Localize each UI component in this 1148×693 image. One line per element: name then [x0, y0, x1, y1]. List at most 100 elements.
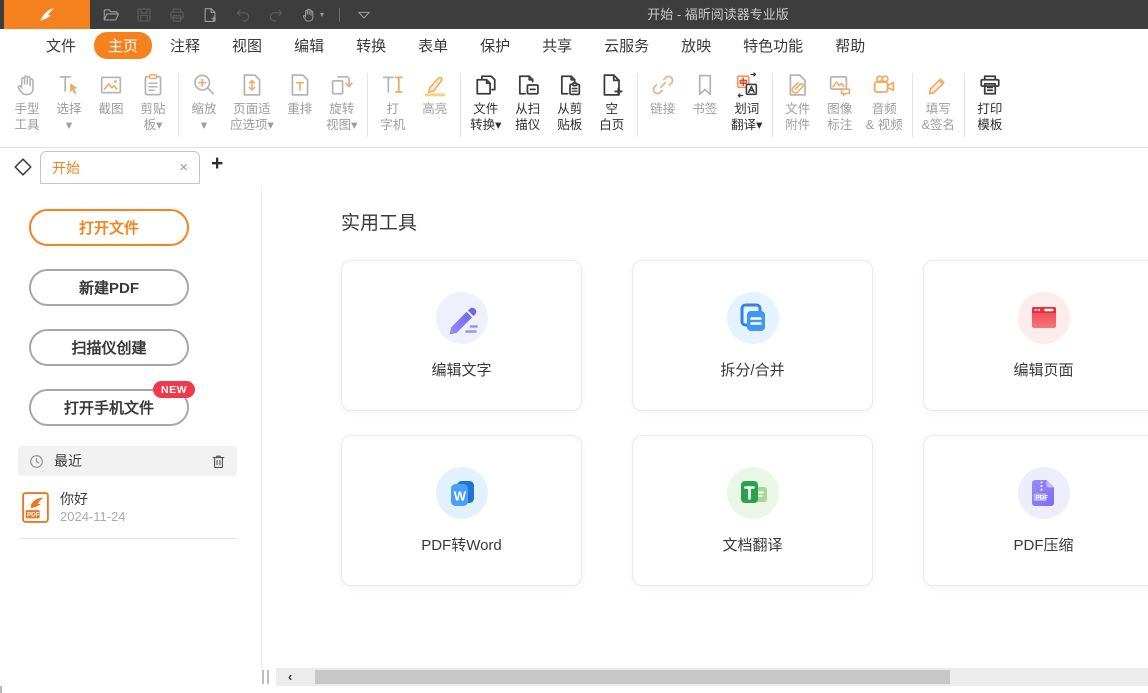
sidebar-splitter-handle[interactable]: [262, 670, 269, 684]
ribbon-snapshot-button[interactable]: 截图: [90, 71, 132, 117]
tab-close-icon[interactable]: ×: [179, 159, 188, 176]
ribbon-item-label: 重排: [287, 101, 312, 117]
menu-item-3[interactable]: 视图: [218, 32, 276, 59]
group-divider: [178, 73, 179, 137]
ribbon-item-label: 打 字机: [380, 101, 405, 133]
ribbon-image-annotation-button[interactable]: 图像 标注: [819, 71, 861, 133]
tool-card-pdf-to-word[interactable]: WPDF转Word: [341, 435, 582, 586]
horizontal-scrollbar[interactable]: ‹: [276, 668, 1148, 686]
corner-pencil-icon[interactable]: [11, 155, 35, 179]
tool-card-split-merge[interactable]: 拆分/合并: [632, 260, 873, 411]
from-scanner-icon: [514, 71, 542, 99]
ribbon-item-label: 文件 转换▾: [470, 101, 501, 133]
menu-item-4[interactable]: 编辑: [280, 32, 338, 59]
ribbon-typewriter-button[interactable]: 打 字机: [372, 71, 414, 133]
ribbon-clipboard-button[interactable]: 剪贴 板▾: [132, 71, 174, 133]
ribbon-item-label: 划词 翻译▾: [731, 101, 762, 133]
reflow-icon: [286, 71, 314, 99]
sidebar-button-label: 扫描仪创建: [71, 337, 146, 358]
ribbon-item-label: 链接: [650, 101, 675, 117]
fill-sign-icon: [924, 71, 952, 99]
foxit-reader-window: ▾ 开始 - 福昕阅读器专业版 文件主页注释视图编辑转换表单保护共享云服务放映特…: [0, 0, 1148, 693]
redo-icon: [267, 6, 285, 24]
recent-file-item[interactable]: PDF你好2024-11-24: [22, 484, 238, 531]
ribbon-file-attachment-button[interactable]: 文件 附件: [777, 71, 819, 133]
foxit-logo[interactable]: [4, 0, 90, 29]
ribbon-item-label: 手型 工具: [14, 101, 39, 133]
tool-card-edit-text[interactable]: 编辑文字: [341, 260, 582, 411]
ribbon-from-scanner-button[interactable]: 从扫 描仪: [507, 71, 549, 133]
menu-item-2[interactable]: 注释: [156, 32, 214, 59]
tab-start[interactable]: 开始 ×: [40, 151, 200, 184]
menu-item-5[interactable]: 转换: [342, 32, 400, 59]
ribbon-item-label: 书签: [692, 101, 717, 117]
ribbon-fit-page-button[interactable]: 页面适 应选项▾: [225, 71, 279, 133]
ribbon-from-clipboard-button[interactable]: 从剪 贴板: [549, 71, 591, 133]
hand-tool-icon: [13, 71, 41, 99]
ribbon-select-button[interactable]: 选择 ▾: [48, 71, 90, 133]
tool-card-pdf-compress[interactable]: PDFPDF压缩: [923, 435, 1148, 586]
ribbon-item-label: 剪贴 板▾: [140, 101, 165, 133]
ribbon-zoom-button[interactable]: 缩放 ▾: [183, 71, 225, 133]
clock-icon: [28, 453, 45, 470]
audio-video-icon: [870, 71, 898, 99]
divider: [20, 538, 237, 539]
recent-file-list: PDF你好2024-11-24: [22, 484, 238, 531]
menu-item-6[interactable]: 表单: [404, 32, 462, 59]
scrollbar-thumb[interactable]: [315, 670, 950, 684]
sidebar-button-2[interactable]: 扫描仪创建: [29, 329, 189, 366]
menu-item-8[interactable]: 共享: [528, 32, 586, 59]
print-template-icon: [976, 71, 1004, 99]
hand-tool-icon[interactable]: ▾: [300, 6, 324, 24]
sidebar: 打开文件新建PDF 扫描仪创建打开手机文件NEW 最近 PDF你好2024-11-…: [0, 186, 262, 668]
menu-item-12[interactable]: 帮助: [821, 32, 879, 59]
recent-title: 最近: [54, 451, 210, 471]
ribbon-file-convert-button[interactable]: 文件 转换▾: [465, 71, 507, 133]
menu-item-9[interactable]: 云服务: [590, 32, 663, 59]
svg-text:W: W: [453, 489, 466, 504]
ribbon-highlight-button[interactable]: 高亮: [414, 71, 456, 117]
collapse-toolbar-icon[interactable]: [355, 6, 373, 24]
menu-item-11[interactable]: 特色功能: [729, 32, 817, 59]
new-document-icon[interactable]: [201, 6, 219, 24]
open-folder-icon[interactable]: [102, 6, 120, 24]
group-divider: [367, 73, 368, 137]
edit-pages-icon: [1018, 292, 1070, 344]
menu-item-10[interactable]: 放映: [667, 32, 725, 59]
new-tab-button[interactable]: +: [211, 152, 223, 176]
ribbon-item-label: 空 白页: [599, 101, 624, 133]
ribbon-print-template-button[interactable]: 打印 模板: [969, 71, 1011, 133]
foxit-pdf-file-icon: PDF: [22, 492, 49, 523]
ribbon-translate-button[interactable]: 划词 翻译▾: [726, 71, 768, 133]
tab-label: 开始: [52, 158, 179, 178]
sidebar-button-1[interactable]: 新建PDF: [29, 269, 189, 306]
split-merge-icon: [727, 292, 779, 344]
clear-recent-button[interactable]: [210, 453, 227, 470]
ribbon-fill-sign-button[interactable]: 填写 &签名: [917, 71, 960, 133]
ribbon-hand-tool-button[interactable]: 手型 工具: [6, 71, 48, 133]
select-icon: [55, 71, 83, 99]
ribbon-reflow-button[interactable]: 重排: [279, 71, 321, 117]
new-badge: NEW: [153, 381, 195, 398]
from-clipboard-icon: [556, 71, 584, 99]
scroll-left-arrow[interactable]: ‹: [288, 668, 292, 686]
ribbon-rotate-view-button[interactable]: 旋转 视图▾: [321, 71, 363, 133]
recent-header: 最近: [18, 446, 237, 476]
ribbon-item-label: 选择 ▾: [56, 101, 81, 133]
tool-card-edit-pages[interactable]: 编辑页面: [923, 260, 1148, 411]
ribbon-audio-video-button[interactable]: 音频 & 视频: [861, 71, 908, 133]
menu-item-1[interactable]: 主页: [94, 32, 152, 59]
tool-card-doc-translate[interactable]: 文档翻译: [632, 435, 873, 586]
sidebar-button-label: 打开手机文件: [64, 397, 154, 418]
ribbon-link-button[interactable]: 链接: [642, 71, 684, 117]
menu-item-7[interactable]: 保护: [466, 32, 524, 59]
highlight-icon: [421, 71, 449, 99]
ribbon-bookmark-button[interactable]: 书签: [684, 71, 726, 117]
sidebar-button-3[interactable]: 打开手机文件NEW: [29, 389, 189, 426]
sidebar-button-0[interactable]: 打开文件: [29, 209, 189, 246]
typewriter-icon: [379, 71, 407, 99]
menu-item-0[interactable]: 文件: [32, 32, 90, 59]
ribbon-blank-page-button[interactable]: 空 白页: [591, 71, 633, 133]
zoom-icon: [190, 71, 218, 99]
tool-card-label: 拆分/合并: [720, 359, 784, 380]
